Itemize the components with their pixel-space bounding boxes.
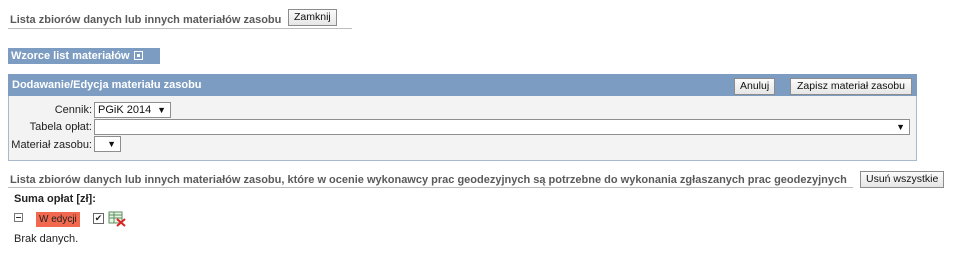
patterns-toggle[interactable]: Wzorce list materiałów xyxy=(8,48,160,64)
row-checkbox[interactable]: ✔ xyxy=(93,213,104,224)
collapse-minus-icon[interactable] xyxy=(14,213,23,222)
chevron-down-icon: ▼ xyxy=(896,122,905,132)
expand-plus-icon[interactable] xyxy=(133,50,143,60)
empty-state-text: Brak danych. xyxy=(14,233,79,245)
save-material-button[interactable]: Zapisz materiał zasobu xyxy=(790,78,912,95)
patterns-label: Wzorce list materiałów xyxy=(11,50,130,62)
cancel-button[interactable]: Anuluj xyxy=(734,78,776,95)
materials-list-title: Lista zbiorów danych lub innych materiał… xyxy=(10,174,847,186)
chevron-down-icon: ▼ xyxy=(157,105,166,115)
sum-label: Suma opłat [zł]: xyxy=(14,193,96,205)
material-label: Materiał zasobu: xyxy=(11,139,92,151)
editor-panel-header: Dodawanie/Edycja materiału zasobu xyxy=(8,74,917,96)
tabela-label: Tabela opłat: xyxy=(29,121,92,133)
editor-title: Dodawanie/Edycja materiału zasobu xyxy=(12,79,202,91)
close-button[interactable]: Zamknij xyxy=(288,9,337,26)
divider xyxy=(8,187,853,188)
chevron-down-icon: ▼ xyxy=(107,139,116,149)
cennik-value: PGiK 2014 xyxy=(98,104,152,116)
page-title: Lista zbiorów danych lub innych materiał… xyxy=(10,14,282,26)
cennik-label: Cennik: xyxy=(54,104,92,116)
tabela-select[interactable]: ▼ xyxy=(94,119,910,135)
status-badge: W edycji xyxy=(36,212,80,227)
divider xyxy=(8,28,352,29)
delete-table-icon[interactable] xyxy=(108,211,126,227)
material-select[interactable]: ▼ xyxy=(94,136,121,152)
cennik-select[interactable]: PGiK 2014 ▼ xyxy=(94,102,171,118)
remove-all-button[interactable]: Usuń wszystkie xyxy=(860,171,945,188)
